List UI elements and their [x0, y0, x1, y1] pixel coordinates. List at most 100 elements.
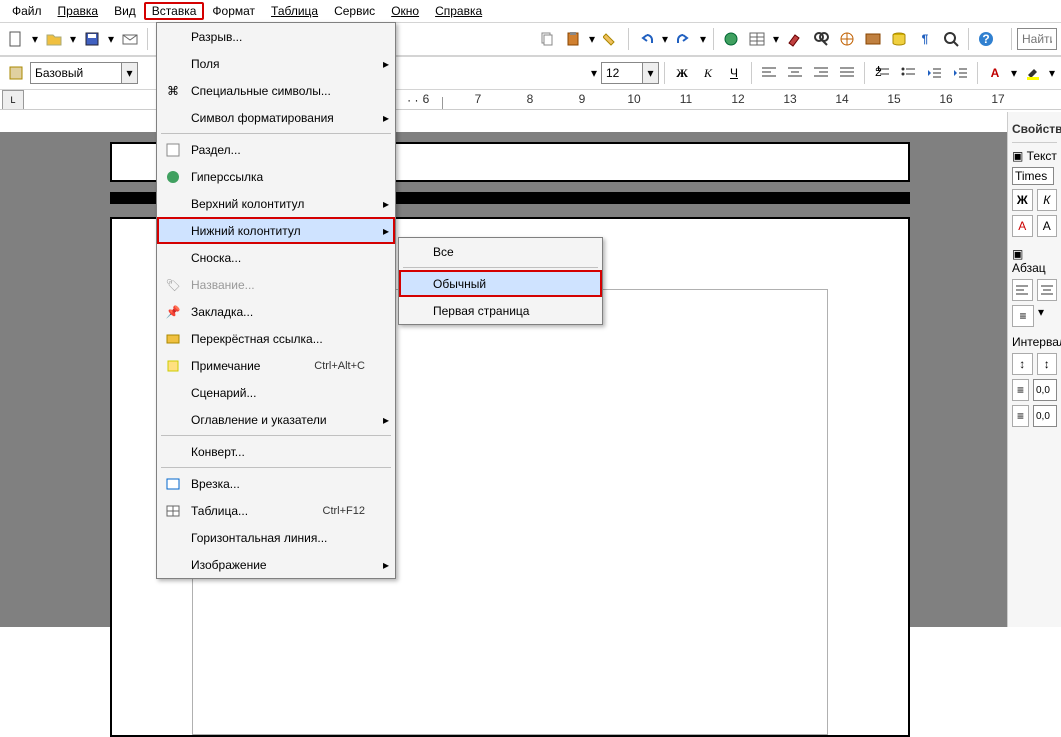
- below-space-input[interactable]: [1033, 405, 1057, 427]
- menu-item-special-chars[interactable]: ⌘Специальные символы...: [157, 77, 395, 104]
- sidebar-section-para: ▣ Абзац: [1012, 247, 1057, 275]
- menu-format[interactable]: Формат: [204, 2, 263, 20]
- menu-item-envelope[interactable]: Конверт...: [157, 438, 395, 465]
- find-button[interactable]: [809, 27, 833, 51]
- special-chars-icon: ⌘: [163, 81, 183, 101]
- menu-window[interactable]: Окно: [383, 2, 427, 20]
- menu-item-frame[interactable]: Врезка...: [157, 470, 395, 497]
- menu-item-toc[interactable]: Оглавление и указатели▸: [157, 406, 395, 433]
- format-paint-button[interactable]: [599, 27, 623, 51]
- dropdown-icon[interactable]: ▾: [587, 32, 597, 46]
- copy-button[interactable]: [535, 27, 559, 51]
- bullets-icon[interactable]: ≡: [1012, 305, 1034, 327]
- save-button[interactable]: [80, 27, 104, 51]
- align-center-icon[interactable]: [1037, 279, 1058, 301]
- menu-item-break[interactable]: Разрыв...: [157, 23, 395, 50]
- above-space-input[interactable]: [1033, 379, 1057, 401]
- menu-help[interactable]: Справка: [427, 2, 490, 20]
- italic-icon[interactable]: К: [1037, 189, 1058, 211]
- menu-item-image[interactable]: Изображение▸: [157, 551, 395, 578]
- dropdown-icon[interactable]: ▾: [68, 32, 78, 46]
- dropdown-icon[interactable]: ▾: [1047, 66, 1057, 80]
- zoom-button[interactable]: [939, 27, 963, 51]
- menu-item-footer[interactable]: Нижний колонтитул▸: [157, 217, 395, 244]
- sidebar-properties[interactable]: Свойства ▣ Текст Ж К A A ▣ Абзац ≡ ▾ Инт…: [1007, 112, 1061, 627]
- dropdown-icon[interactable]: ▾: [106, 32, 116, 46]
- align-left-icon[interactable]: [1012, 279, 1033, 301]
- below-space-icon[interactable]: ≡: [1012, 405, 1029, 427]
- menu-item-section[interactable]: Раздел...: [157, 136, 395, 163]
- bullet-list-button[interactable]: [896, 61, 920, 85]
- paste-button[interactable]: [561, 27, 585, 51]
- hyperlink-button[interactable]: [719, 27, 743, 51]
- caption-icon: 🏷: [163, 275, 183, 295]
- submenu-item-first-page[interactable]: Первая страница: [399, 297, 602, 324]
- redo-button[interactable]: [672, 27, 696, 51]
- menu-item-crossref[interactable]: Перекрёстная ссылка...: [157, 325, 395, 352]
- align-left-button[interactable]: [757, 61, 781, 85]
- styles-window-button[interactable]: [4, 61, 28, 85]
- ruler-numbers: 6 7 8 9 10 11 12 13 14 15 16 17: [400, 92, 1024, 110]
- gallery-button[interactable]: [861, 27, 885, 51]
- menu-item-fields[interactable]: Поля▸: [157, 50, 395, 77]
- highlight-button[interactable]: [1021, 61, 1045, 85]
- dropdown-icon[interactable]: ▾: [771, 32, 781, 46]
- menu-item-hyperlink[interactable]: Гиперссылка: [157, 163, 395, 190]
- menu-edit[interactable]: Правка: [50, 2, 107, 20]
- submenu-arrow-icon: ▸: [383, 111, 389, 125]
- align-center-button[interactable]: [783, 61, 807, 85]
- frame-icon: [163, 474, 183, 494]
- menu-item-bookmark[interactable]: 📌Закладка...: [157, 298, 395, 325]
- menu-item-hline[interactable]: Горизонтальная линия...: [157, 524, 395, 551]
- underline-button[interactable]: Ч: [722, 61, 746, 85]
- document-area[interactable]: [0, 132, 1007, 627]
- table-button[interactable]: [745, 27, 769, 51]
- paragraph-style-combo[interactable]: ▾: [30, 62, 138, 84]
- dropdown-icon[interactable]: ▾: [30, 32, 40, 46]
- menu-file[interactable]: Файл: [4, 2, 50, 20]
- navigator-button[interactable]: [835, 27, 859, 51]
- char-effect-icon[interactable]: A: [1037, 215, 1058, 237]
- find-input[interactable]: [1017, 28, 1057, 50]
- spacing-dec-icon[interactable]: ↕: [1037, 353, 1058, 375]
- menu-item-header[interactable]: Верхний колонтитул▸: [157, 190, 395, 217]
- menu-item-script[interactable]: Сценарий...: [157, 379, 395, 406]
- menu-item-format-mark[interactable]: Символ форматирования▸: [157, 104, 395, 131]
- inc-indent-button[interactable]: [948, 61, 972, 85]
- font-color-icon[interactable]: A: [1012, 215, 1033, 237]
- dec-indent-button[interactable]: [922, 61, 946, 85]
- menu-insert[interactable]: Вставка: [144, 2, 205, 20]
- font-name-input[interactable]: [1012, 167, 1054, 185]
- font-color-button[interactable]: A: [983, 61, 1007, 85]
- styles-button[interactable]: [783, 27, 807, 51]
- bold-button[interactable]: Ж: [670, 61, 694, 85]
- datasource-button[interactable]: [887, 27, 911, 51]
- menu-view[interactable]: Вид: [106, 2, 144, 20]
- dropdown-icon[interactable]: ▾: [698, 32, 708, 46]
- dropdown-icon[interactable]: ▾: [1009, 66, 1019, 80]
- submenu-item-all[interactable]: Все: [399, 238, 602, 265]
- menubar: Файл Правка Вид Вставка Формат Таблица С…: [0, 0, 1061, 22]
- align-right-button[interactable]: [809, 61, 833, 85]
- menu-tools[interactable]: Сервис: [326, 2, 383, 20]
- bold-icon[interactable]: Ж: [1012, 189, 1033, 211]
- nonprint-button[interactable]: ¶: [913, 27, 937, 51]
- help-button[interactable]: ?: [974, 27, 998, 51]
- dropdown-icon[interactable]: ▾: [660, 32, 670, 46]
- undo-button[interactable]: [634, 27, 658, 51]
- open-button[interactable]: [42, 27, 66, 51]
- new-button[interactable]: [4, 27, 28, 51]
- font-size-combo[interactable]: ▾: [601, 62, 659, 84]
- menu-table[interactable]: Таблица: [263, 2, 326, 20]
- menu-item-table[interactable]: Таблица...Ctrl+F12: [157, 497, 395, 524]
- align-justify-button[interactable]: [835, 61, 859, 85]
- email-button[interactable]: [118, 27, 142, 51]
- spacing-inc-icon[interactable]: ↕: [1012, 353, 1033, 375]
- above-space-icon[interactable]: ≡: [1012, 379, 1029, 401]
- italic-button[interactable]: К: [696, 61, 720, 85]
- menu-item-footnote[interactable]: Сноска...: [157, 244, 395, 271]
- submenu-item-default[interactable]: Обычный: [399, 270, 602, 297]
- dropdown-icon[interactable]: ▾: [589, 66, 599, 80]
- number-list-button[interactable]: 12: [870, 61, 894, 85]
- menu-item-note[interactable]: ПримечаниеCtrl+Alt+C: [157, 352, 395, 379]
